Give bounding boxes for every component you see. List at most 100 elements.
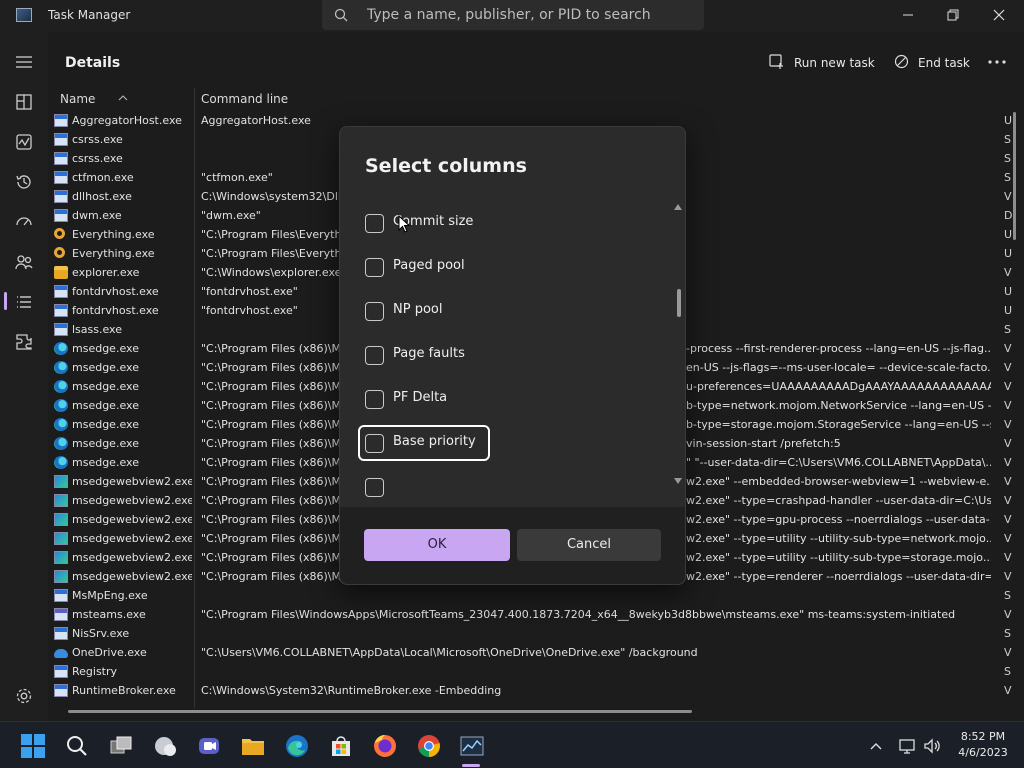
table-row[interactable]: Registry <box>52 663 998 682</box>
app-history-icon[interactable] <box>14 172 34 192</box>
minimize-button[interactable] <box>897 4 919 26</box>
show-hidden-icons-chevron-up-icon[interactable] <box>867 737 885 755</box>
exe-icon <box>54 171 68 184</box>
clock-time[interactable]: 8:52 PM <box>955 730 1011 743</box>
truncated-cell: D <box>1004 209 1013 222</box>
exe-icon <box>54 152 68 165</box>
processes-icon[interactable] <box>14 92 34 112</box>
truncated-cell: S <box>1004 665 1011 678</box>
column-option-np-pool[interactable]: NP pool <box>358 293 490 329</box>
mouse-cursor-icon <box>398 214 411 233</box>
process-command-line: "C:\Program Files\WindowsApps\MicrosoftT… <box>201 608 956 621</box>
process-command-line-continued: w2.exe" --type=crashpad-handler --user-d… <box>686 494 991 507</box>
truncated-cell: S <box>1004 589 1011 602</box>
truncated-cell: V <box>1004 646 1012 659</box>
checkbox[interactable] <box>365 346 384 365</box>
table-row[interactable]: RuntimeBroker.exe C:\Windows\System32\Run… <box>52 682 998 701</box>
column-option-pf-delta[interactable]: PF Delta <box>358 381 490 417</box>
column-options-list: Commit size Paged pool NP pool Page faults P… <box>358 200 668 505</box>
truncated-cell: U <box>1004 285 1013 298</box>
process-command-line: C:\Windows\System32\RuntimeBroker.exe -E… <box>201 684 502 697</box>
exe-icon <box>54 684 68 697</box>
truncated-cell: V <box>1004 437 1012 450</box>
exe-icon <box>54 323 68 336</box>
start-windows-icon[interactable] <box>20 733 46 759</box>
end-task-button[interactable]: End task <box>894 48 970 78</box>
edge-browser-icon[interactable] <box>284 733 310 759</box>
process-command-line: "C:\Program Files (x86)\M <box>201 342 341 355</box>
process-command-line: "C:\Program Files (x86)\M <box>201 513 341 526</box>
table-row[interactable]: NisSrv.exe <box>52 625 998 644</box>
clock-date[interactable]: 4/6/2023 <box>955 746 1011 759</box>
close-button[interactable] <box>988 4 1010 26</box>
truncated-cell: U <box>1004 228 1013 241</box>
sort-ascending-icon <box>118 86 128 101</box>
column-option-paged-pool[interactable]: Paged pool <box>358 249 490 285</box>
table-horizontal-scrollbar[interactable] <box>68 710 692 713</box>
checkbox[interactable] <box>365 302 384 321</box>
process-command-line-continued: u-preferences=UAAAAAAAAADgAAAYAAAAAAAAAA… <box>686 380 991 393</box>
process-command-line-continued: vin-session-start /prefetch:5 <box>686 437 841 450</box>
exe-icon <box>54 627 68 640</box>
checkbox[interactable] <box>365 214 384 233</box>
column-option-commit-size[interactable]: Commit size <box>358 205 490 241</box>
process-name: msedgewebview2.exe <box>72 475 192 488</box>
column-option-partial[interactable] <box>358 469 490 505</box>
microsoft-store-icon[interactable] <box>328 733 354 759</box>
column-option-label: NP pool <box>393 302 443 317</box>
table-vertical-scrollbar[interactable] <box>1013 112 1016 240</box>
users-icon[interactable] <box>14 252 34 272</box>
details-icon[interactable] <box>14 292 34 312</box>
dialog-scrollbar-thumb[interactable] <box>677 289 681 317</box>
chrome-icon[interactable] <box>416 733 442 759</box>
ok-button[interactable]: OK <box>364 529 510 561</box>
table-row[interactable]: MsMpEng.exe <box>52 587 998 606</box>
search-icon <box>334 7 348 22</box>
column-option-label: PF Delta <box>393 390 448 405</box>
cancel-button[interactable]: Cancel <box>517 529 661 561</box>
truncated-cell: V <box>1004 513 1012 526</box>
table-row[interactable]: msteams.exe "C:\Program Files\WindowsApps… <box>52 606 998 625</box>
firefox-icon[interactable] <box>372 733 398 759</box>
restore-button[interactable] <box>942 4 964 26</box>
truncated-cell: V <box>1004 475 1012 488</box>
edgewv-icon <box>54 551 68 564</box>
process-name: RuntimeBroker.exe <box>72 684 176 697</box>
file-explorer-icon[interactable] <box>240 733 266 759</box>
process-command-line-continued: b-type=storage.mojom.StorageService --la… <box>686 418 991 431</box>
scroll-down-arrow-icon[interactable] <box>674 469 682 484</box>
column-option-base-priority[interactable]: Base priority <box>358 425 490 461</box>
search-input[interactable]: Type a name, publisher, or PID to search <box>367 7 651 23</box>
checkbox[interactable] <box>365 478 384 497</box>
volume-icon[interactable] <box>923 737 941 755</box>
task-view-icon[interactable] <box>108 733 134 759</box>
startup-apps-icon[interactable] <box>14 212 34 232</box>
column-header-name[interactable]: Name <box>60 92 95 106</box>
checkbox[interactable] <box>365 258 384 277</box>
edge-icon <box>54 418 68 431</box>
run-new-task-label: Run new task <box>794 56 875 70</box>
settings-gear-icon[interactable] <box>14 686 34 706</box>
checkbox[interactable] <box>365 434 384 453</box>
truncated-cell: V <box>1004 380 1012 393</box>
teams-chat-icon[interactable] <box>196 733 222 759</box>
checkbox[interactable] <box>365 390 384 409</box>
widgets-weather-icon[interactable] <box>152 733 178 759</box>
more-options-icon[interactable] <box>985 52 1009 72</box>
taskbar-search-icon[interactable] <box>64 733 90 759</box>
hamburger-menu-icon[interactable] <box>14 52 34 72</box>
performance-icon[interactable] <box>14 132 34 152</box>
process-name: msedgewebview2.exe <box>72 494 192 507</box>
title-bar: Task Manager Type a name, publisher, or … <box>0 0 1024 32</box>
everything-icon <box>54 228 65 239</box>
services-icon[interactable] <box>14 332 34 352</box>
exe-icon <box>54 285 68 298</box>
process-name: msedge.exe <box>72 399 139 412</box>
column-option-page-faults[interactable]: Page faults <box>358 337 490 373</box>
table-row[interactable]: OneDrive.exe "C:\Users\VM6.COLLABNET\AppD… <box>52 644 998 663</box>
scroll-up-arrow-icon[interactable] <box>674 195 682 210</box>
run-new-task-button[interactable]: Run new task <box>769 48 875 78</box>
column-header-command-line[interactable]: Command line <box>201 92 288 106</box>
task-manager-taskbar-icon[interactable] <box>459 733 485 759</box>
network-icon[interactable] <box>898 737 916 755</box>
